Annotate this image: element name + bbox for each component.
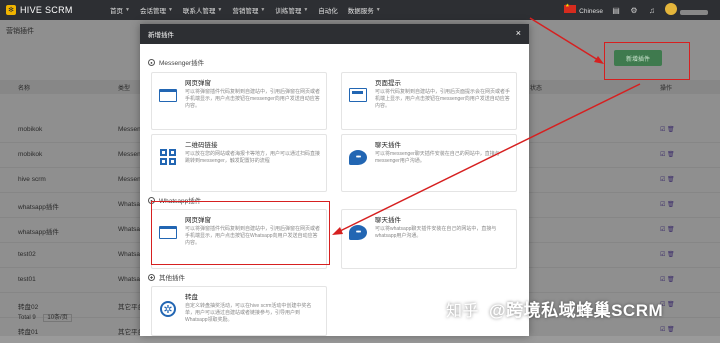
nav-contacts[interactable]: 联系人管理 ▼: [183, 5, 222, 15]
chevron-down-icon: ▼: [125, 7, 130, 13]
nav-label: 自动化: [318, 8, 338, 15]
header-tools: Chinese ▤ ⚙ ♫: [564, 0, 708, 20]
row-name: whatsapp插件: [18, 204, 59, 211]
document-icon[interactable]: ▤: [611, 5, 621, 15]
modal-title: 新增插件: [148, 32, 174, 39]
column-type: 类型: [118, 86, 131, 92]
card-desc: 可以将messenger聊天插件安装在自己的网站中，直接与messenger用户…: [375, 151, 500, 164]
chevron-down-icon: ▼: [260, 7, 266, 13]
row-actions[interactable]: ☑ 🗑: [660, 251, 675, 258]
pager-total: Total 9: [18, 315, 36, 321]
chevron-down-icon: ▼: [167, 7, 173, 13]
language-switcher[interactable]: Chinese: [564, 3, 603, 15]
logo-icon: ✻: [6, 5, 16, 15]
row-name: whatsapp插件: [18, 229, 59, 236]
bell-icon[interactable]: ♫: [647, 5, 657, 15]
chevron-down-icon: ▼: [217, 7, 223, 13]
row-actions[interactable]: ☑ 🗑: [660, 276, 675, 283]
row-name: test02: [18, 251, 36, 258]
chevron-down-icon: ▼: [303, 7, 309, 13]
pagination: Total 9 10条/页: [18, 312, 72, 322]
card-title: 转盘: [185, 294, 198, 301]
add-plugin-modal: 新增插件 × ● Messenger插件 网页弹窗 可以将弹窗插件代码复制到自建…: [140, 24, 529, 336]
main-nav: 首页 ▼ 会话管理 ▼ 联系人管理 ▼ 营销管理 ▼ 训练管理 ▼ 自动化 数据服务 ▼: [110, 5, 391, 15]
page-prompt-icon: [348, 87, 368, 103]
watermark: 知乎 @跨境私域蜂巢SCRM: [446, 296, 663, 321]
card-desc: 可以将弹窗插件代码复制到自建站中，引用后弹窗在网页或者手机端显示，用户点击按钮在…: [185, 89, 321, 109]
nav-home[interactable]: 首页 ▼: [110, 5, 130, 15]
nav-label: 联系人管理: [182, 8, 216, 15]
page-title: 营销插件: [6, 28, 34, 35]
row-actions[interactable]: ☑ 🗑: [660, 151, 675, 158]
highlight-box-add-button: [604, 42, 690, 80]
section-other: ✚ 其他插件: [148, 272, 185, 282]
modal-header: 新增插件 ×: [140, 24, 529, 44]
messenger-icon: ●: [148, 58, 155, 66]
row-name: mobikok: [18, 151, 43, 158]
nav-label: 训练管理: [275, 8, 302, 15]
column-actions: 操作: [660, 86, 673, 92]
card-messenger-qr-link[interactable]: 二维码链接 可以放在您的网站或者海报卡等地方，用户可以通过扫码直接跳转到mess…: [151, 134, 327, 192]
card-desc: 可以放在您的网站或者海报卡等地方，用户可以通过扫码直接跳转到messenger，…: [185, 151, 321, 164]
card-desc: 自定义转盘抽奖活动，可以在hive scrm活动中创建中奖名单，用户可以通过自建…: [185, 303, 312, 323]
nav-label: 营销管理: [232, 8, 259, 15]
nav-marketing[interactable]: 营销管理 ▼: [232, 5, 265, 15]
section-title: Messenger插件: [159, 60, 205, 67]
column-status: 状态: [530, 86, 543, 92]
card-messenger-web-popup[interactable]: 网页弹窗 可以将弹窗插件代码复制到自建站中，引用后弹窗在网页或者手机端显示，用户…: [151, 72, 327, 130]
chevron-down-icon: ▼: [375, 7, 381, 13]
chat-bubble-icon: •••: [348, 224, 368, 240]
highlight-box-whatsapp-web-popup: [151, 201, 330, 265]
nav-data-service[interactable]: 数据服务 ▼: [348, 5, 381, 15]
watermark-zhihu: 知乎: [446, 302, 480, 320]
row-name: 转盘01: [18, 329, 39, 336]
row-name: hive scrm: [18, 176, 46, 183]
chat-bubble-icon: •••: [348, 149, 368, 165]
web-popup-icon: [158, 87, 178, 103]
row-actions[interactable]: ☑ 🗑: [660, 201, 675, 208]
qr-code-icon: [158, 149, 178, 165]
language-label: Chinese: [579, 8, 603, 15]
section-title: 其他插件: [159, 275, 185, 282]
close-icon[interactable]: ×: [516, 28, 521, 38]
card-title: 聊天插件: [375, 217, 401, 224]
row-actions[interactable]: ☑ 🗑: [660, 176, 675, 183]
china-flag-icon: [564, 3, 577, 13]
row-name: 转盘02: [18, 304, 39, 311]
page-size-select[interactable]: 10条/页: [43, 314, 72, 322]
card-other-wheel[interactable]: ✲ 转盘 自定义转盘抽奖活动，可以在hive scrm活动中创建中奖名单，用户可…: [151, 286, 327, 336]
card-messenger-page-prompt[interactable]: 页面提示 可以将代码复制到自建站中，引用后页面提示会在网页或者手机端上显示，用户…: [341, 72, 517, 130]
card-desc: 可以将whatsapp聊天插件安装在自己的网站中，直接与whatsapp用户沟通…: [375, 226, 497, 239]
nav-conversations[interactable]: 会话管理 ▼: [140, 5, 173, 15]
card-title: 页面提示: [375, 80, 401, 87]
card-whatsapp-chat-plugin[interactable]: ••• 聊天插件 可以将whatsapp聊天插件安装在自己的网站中，直接与wha…: [341, 209, 517, 269]
nav-automation[interactable]: 自动化: [318, 5, 338, 15]
user-menu[interactable]: [665, 3, 708, 17]
nav-label: 首页: [110, 8, 123, 15]
card-messenger-chat-plugin[interactable]: ••• 聊天插件 可以将messenger聊天插件安装在自己的网站中，直接与me…: [341, 134, 517, 192]
puzzle-icon: ✚: [148, 273, 155, 281]
row-name: mobikok: [18, 126, 43, 133]
row-actions[interactable]: ☑ 🗑: [660, 326, 675, 333]
top-navbar: ✻ HIVE SCRM 首页 ▼ 会话管理 ▼ 联系人管理 ▼ 营销管理 ▼ 训练管理 ▼…: [0, 0, 720, 20]
app-title: HIVE SCRM: [20, 5, 73, 15]
watermark-brand: @跨境私域蜂巢SCRM: [489, 301, 664, 320]
app-logo[interactable]: ✻ HIVE SCRM: [6, 5, 106, 15]
gear-icon[interactable]: ⚙: [629, 5, 639, 15]
column-name: 名称: [18, 86, 31, 92]
card-title: 聊天插件: [375, 142, 401, 149]
avatar: [665, 3, 677, 15]
section-messenger: ● Messenger插件: [148, 57, 204, 67]
nav-label: 数据服务: [347, 8, 374, 15]
card-title: 二维码链接: [185, 142, 218, 149]
row-name: test01: [18, 276, 36, 283]
wheel-icon: ✲: [158, 301, 178, 317]
nav-label: 会话管理: [139, 8, 166, 15]
card-title: 网页弹窗: [185, 80, 211, 87]
row-actions[interactable]: ☑ 🗑: [660, 126, 675, 133]
nav-training[interactable]: 训练管理 ▼: [275, 5, 308, 15]
row-actions[interactable]: ☑ 🗑: [660, 226, 675, 233]
username-redacted: [680, 10, 708, 15]
card-desc: 可以将代码复制到自建站中，引用后页面提示会在网页或者手机端上显示，用户点击按钮在…: [375, 89, 511, 109]
